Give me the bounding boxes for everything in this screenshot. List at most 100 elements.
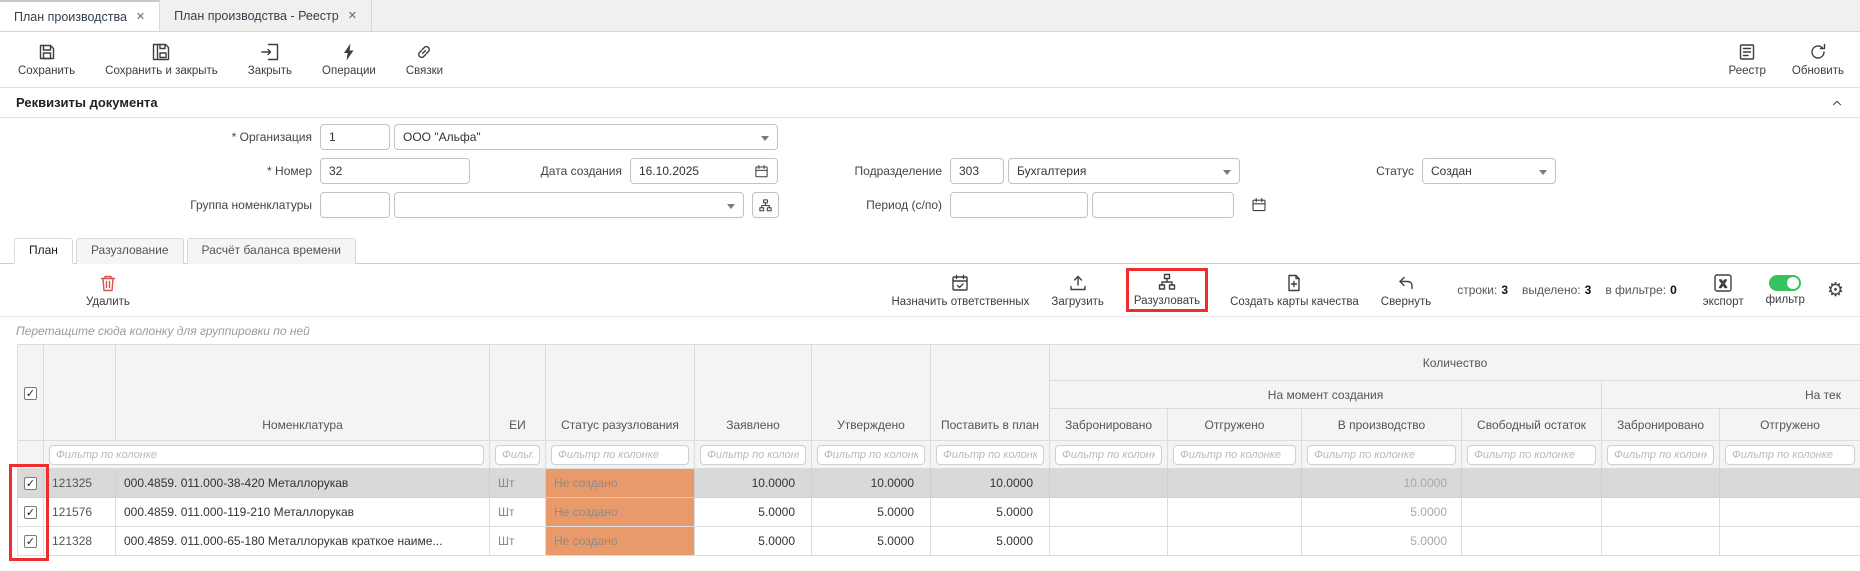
column-header-shipped2[interactable]: Отгружено: [1720, 409, 1860, 441]
cell-approved: 5.0000: [812, 498, 931, 527]
table-row[interactable]: ✓ 121576 000.4859. 011.000-119-210 Метал…: [18, 498, 1860, 527]
load-button[interactable]: Загрузить: [1051, 273, 1104, 308]
tab-unraveling[interactable]: Разузлование: [76, 238, 184, 264]
close-tab-icon[interactable]: ✕: [348, 9, 357, 22]
group-hint-text: Перетащите сюда колонку для группировки …: [16, 324, 310, 338]
cell-booked2: [1602, 469, 1720, 498]
close-tab-icon[interactable]: ✕: [136, 10, 145, 23]
link-icon: [414, 42, 434, 62]
cell-booked2: [1602, 527, 1720, 556]
row-checkbox[interactable]: ✓: [24, 477, 37, 490]
collapse-label: Свернуть: [1381, 296, 1431, 308]
department-code-field[interactable]: [950, 158, 1004, 184]
row-checkbox[interactable]: ✓: [24, 535, 37, 548]
column-header-declared[interactable]: Заявлено: [695, 345, 812, 441]
column-header-free[interactable]: Свободный остаток: [1462, 409, 1602, 441]
calendar-icon: [1251, 197, 1267, 213]
period-calendar-button[interactable]: [1246, 192, 1272, 218]
close-document-icon: [260, 42, 280, 62]
load-label: Загрузить: [1051, 296, 1104, 308]
nomenclature-group-code-field[interactable]: [320, 192, 390, 218]
period-to-field[interactable]: [1092, 192, 1234, 218]
nomenclature-group-select[interactable]: [394, 192, 744, 218]
column-header-nomenclature[interactable]: Номенклатура: [116, 345, 490, 441]
filter-toggle-button[interactable]: фильтр: [1766, 275, 1805, 306]
refresh-label: Обновить: [1792, 65, 1844, 77]
cell-unit: Шт: [490, 498, 546, 527]
table-row[interactable]: ✓ 121325 000.4859. 011.000-38-420 Металл…: [18, 469, 1860, 498]
save-button[interactable]: Сохранить: [18, 42, 75, 77]
filter-input-production[interactable]: [1307, 445, 1456, 465]
toggle-on-icon[interactable]: [1769, 275, 1801, 291]
export-label: экспорт: [1703, 296, 1744, 308]
filter-input-free[interactable]: [1467, 445, 1596, 465]
links-label: Связки: [406, 65, 443, 77]
filter-input-booked[interactable]: [1055, 445, 1162, 465]
unravel-button[interactable]: Разузловать: [1134, 272, 1200, 307]
filter-input-to-plan[interactable]: [936, 445, 1044, 465]
registry-button[interactable]: Реестр: [1729, 42, 1766, 77]
filter-input-booked2[interactable]: [1607, 445, 1714, 465]
select-all-checkbox[interactable]: ✓: [24, 387, 37, 400]
operations-button[interactable]: Операции: [322, 42, 376, 77]
department-select[interactable]: Бухгалтерия: [1008, 158, 1240, 184]
filter-input-declared[interactable]: [700, 445, 806, 465]
column-header-approved[interactable]: Утверждено: [812, 345, 931, 441]
filter-input-shipped2[interactable]: [1725, 445, 1855, 465]
organization-code-field[interactable]: [320, 124, 390, 150]
cell-shipped: [1168, 469, 1302, 498]
collapse-button[interactable]: Свернуть: [1381, 273, 1431, 308]
links-button[interactable]: Связки: [406, 42, 443, 77]
cell-unit: Шт: [490, 469, 546, 498]
column-header-status[interactable]: Статус разузлования: [546, 345, 695, 441]
window-tab-plan[interactable]: План производства ✕: [0, 0, 160, 31]
window-tab-plan-registry[interactable]: План производства - Реестр ✕: [160, 0, 372, 31]
organization-select[interactable]: ООО "Альфа": [394, 124, 778, 150]
close-button[interactable]: Закрыть: [248, 42, 292, 77]
column-header-unit[interactable]: ЕИ: [490, 345, 546, 441]
status-value: Создан: [1431, 164, 1472, 178]
plan-table: ✓ Номенклатура ЕИ Статус разузлования За…: [17, 344, 1860, 556]
cell-approved: 5.0000: [812, 527, 931, 556]
refresh-button[interactable]: Обновить: [1792, 42, 1844, 77]
export-excel-button[interactable]: X экспорт: [1703, 273, 1744, 308]
create-quality-maps-button[interactable]: Создать карты качества: [1230, 273, 1359, 308]
chevron-down-icon: [727, 204, 735, 209]
tab-time-balance[interactable]: Расчёт баланса времени: [187, 238, 356, 264]
tab-plan[interactable]: План: [14, 238, 73, 264]
cell-shipped2: [1720, 527, 1860, 556]
column-header-to-plan[interactable]: Поставить в план: [931, 345, 1050, 441]
select-all-cell: ✓: [18, 345, 44, 441]
filter-input-shipped[interactable]: [1173, 445, 1296, 465]
filter-input-unit[interactable]: [495, 445, 540, 465]
department-label: Подразделение: [750, 158, 942, 184]
window-tab-label: План производства: [14, 10, 127, 24]
collapse-section-icon[interactable]: [1830, 96, 1844, 110]
status-select[interactable]: Создан: [1422, 158, 1556, 184]
filter-input-status[interactable]: [551, 445, 689, 465]
group-by-drop-zone[interactable]: Перетащите сюда колонку для группировки …: [0, 316, 1860, 344]
period-from-field[interactable]: [950, 192, 1088, 218]
band-current-moment: На тек: [1602, 381, 1860, 409]
table-row[interactable]: ✓ 121328 000.4859. 011.000-65-180 Металл…: [18, 527, 1860, 556]
filter-input-approved[interactable]: [817, 445, 925, 465]
column-header-id[interactable]: [44, 345, 116, 441]
status-label: Статус: [1290, 158, 1414, 184]
column-header-booked[interactable]: Забронировано: [1050, 409, 1168, 441]
band-at-creation: На момент создания: [1050, 381, 1602, 409]
row-checkbox[interactable]: ✓: [24, 506, 37, 519]
filter-input-nomenclature[interactable]: [49, 445, 484, 465]
cell-id: 121325: [44, 469, 116, 498]
delete-button[interactable]: Удалить: [86, 273, 130, 308]
row-checkbox-cell: ✓: [18, 527, 44, 556]
column-header-shipped[interactable]: Отгружено: [1168, 409, 1302, 441]
cell-production: 10.0000: [1302, 469, 1462, 498]
gear-icon[interactable]: ⚙: [1827, 281, 1844, 300]
assign-responsible-button[interactable]: Назначить ответственных: [892, 273, 1030, 308]
save-and-close-button[interactable]: Сохранить и закрыть: [105, 42, 218, 77]
column-header-production[interactable]: В производство: [1302, 409, 1462, 441]
column-header-booked2[interactable]: Забронировано: [1602, 409, 1720, 441]
cell-id: 121576: [44, 498, 116, 527]
calendar-check-icon: [950, 273, 970, 293]
department-value: Бухгалтерия: [1017, 164, 1086, 178]
